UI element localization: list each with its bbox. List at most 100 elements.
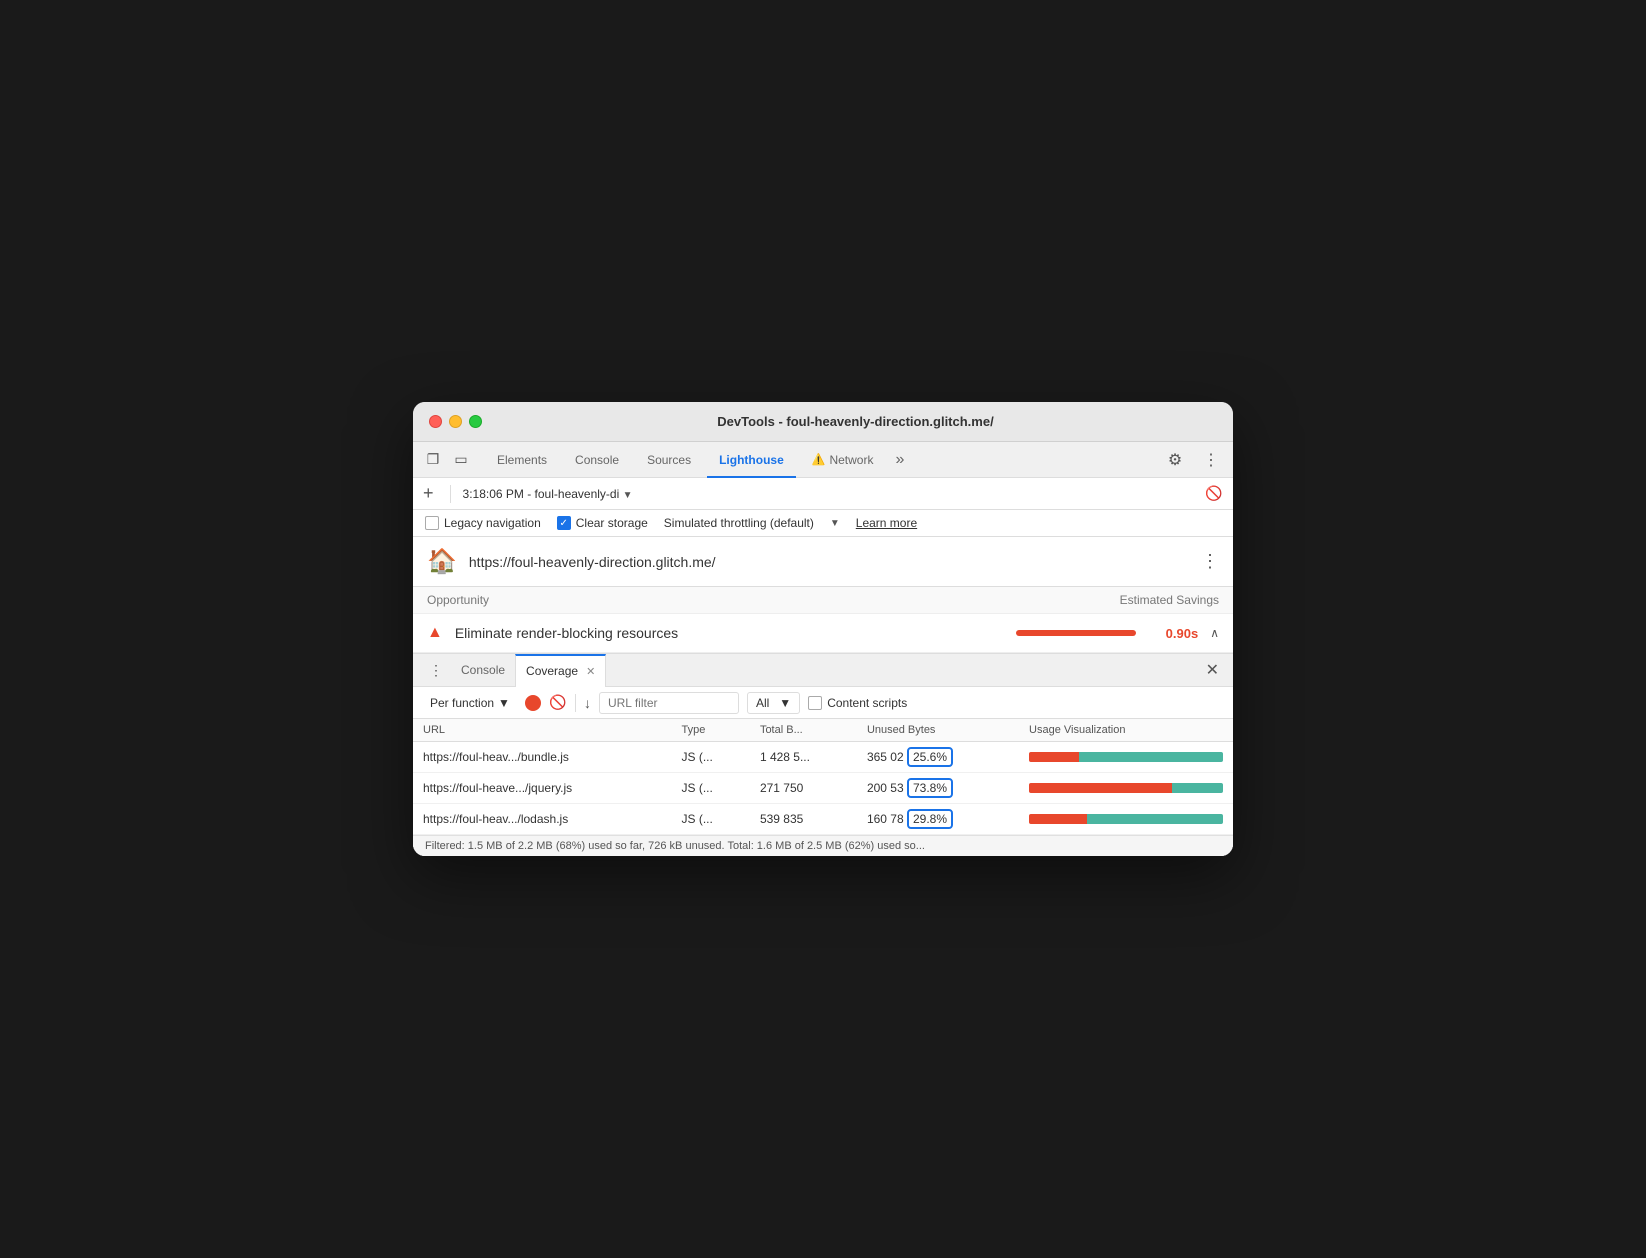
tab-network[interactable]: Network	[800, 442, 886, 478]
tab-console[interactable]: Console	[563, 442, 631, 478]
devtools-window: DevTools - foul-heavenly-direction.glitc…	[413, 402, 1233, 856]
cell-total: 539 835	[750, 804, 857, 835]
toolbar-url-display: 3:18:06 PM - foul-heavenly-di ▼	[463, 487, 1197, 501]
cell-url: https://foul-heav.../lodash.js	[413, 804, 672, 835]
throttling-label: Simulated throttling (default)	[664, 516, 814, 530]
toolbar-divider	[450, 485, 451, 503]
tab-settings-area: ⚙ ⋮	[1161, 446, 1225, 474]
opportunity-label: Opportunity	[427, 593, 489, 607]
cell-viz	[1019, 773, 1233, 804]
per-function-dropdown-icon: ▼	[498, 696, 510, 710]
lighthouse-more-button[interactable]: ⋮	[1201, 551, 1219, 572]
viz-unused	[1029, 752, 1079, 762]
block-button[interactable]: 🚫	[1205, 485, 1223, 503]
content-scripts-checkbox[interactable]: Content scripts	[808, 696, 907, 710]
audit-time: 0.90s	[1148, 626, 1198, 641]
table-row[interactable]: https://foul-heav.../lodash.js JS (... 5…	[413, 804, 1233, 835]
table-row[interactable]: https://foul-heave.../jquery.js JS (... …	[413, 773, 1233, 804]
lighthouse-url: https://foul-heavenly-direction.glitch.m…	[469, 554, 1189, 570]
per-function-dropdown[interactable]: Per function ▼	[423, 692, 517, 714]
cell-type: JS (...	[672, 773, 750, 804]
type-filter-select[interactable]: All ▼	[747, 692, 800, 714]
status-bar: Filtered: 1.5 MB of 2.2 MB (68%) used so…	[413, 835, 1233, 856]
tab-elements[interactable]: Elements	[485, 442, 559, 478]
toolbar: + 3:18:06 PM - foul-heavenly-di ▼ 🚫	[413, 478, 1233, 510]
cell-unused: 365 02 25.6%	[857, 742, 1019, 773]
cell-viz	[1019, 742, 1233, 773]
options-bar: Legacy navigation ✓ Clear storage Simula…	[413, 510, 1233, 537]
coverage-table: URL Type Total B... Unused Bytes Usage V…	[413, 719, 1233, 835]
panel-tab-coverage[interactable]: Coverage ✕	[515, 654, 606, 687]
unused-pct-badge: 25.6%	[907, 747, 953, 767]
col-type[interactable]: Type	[672, 719, 750, 742]
coverage-toolbar: Per function ▼ 🚫 ↓ All ▼ Cont	[413, 687, 1233, 719]
maximize-button[interactable]	[469, 415, 482, 428]
legacy-nav-checkbox-box[interactable]	[425, 516, 439, 530]
panel-more-icon[interactable]: ⋮	[421, 662, 451, 679]
panel-tab-console[interactable]: Console	[451, 654, 515, 687]
minimize-button[interactable]	[449, 415, 462, 428]
clear-storage-checkbox[interactable]: ✓ Clear storage	[557, 516, 648, 530]
throttling-dropdown-icon[interactable]: ▼	[830, 518, 840, 529]
audit-row[interactable]: ▲ Eliminate render-blocking resources 0.…	[413, 614, 1233, 653]
panel-close-button[interactable]: ✕	[1200, 660, 1225, 680]
cell-url: https://foul-heave.../jquery.js	[413, 773, 672, 804]
cell-unused: 160 78 29.8%	[857, 804, 1019, 835]
col-viz[interactable]: Usage Visualization	[1019, 719, 1233, 742]
audit-expand-chevron[interactable]: ∧	[1210, 626, 1219, 640]
unused-pct-badge: 29.8%	[907, 809, 953, 829]
viz-bar	[1029, 752, 1223, 762]
tab-lighthouse[interactable]: Lighthouse	[707, 442, 796, 478]
cursor-icon[interactable]: ❐	[421, 448, 445, 472]
viz-bar	[1029, 814, 1223, 824]
lighthouse-icon: 🏠	[427, 547, 457, 576]
close-button[interactable]	[429, 415, 442, 428]
table-row[interactable]: https://foul-heav.../bundle.js JS (... 1…	[413, 742, 1233, 773]
coverage-tab-close[interactable]: ✕	[586, 665, 595, 678]
viz-used	[1087, 814, 1223, 824]
cell-type: JS (...	[672, 742, 750, 773]
all-select-text[interactable]: All ▼	[747, 692, 800, 714]
col-url[interactable]: URL	[413, 719, 672, 742]
col-total[interactable]: Total B...	[750, 719, 857, 742]
all-dropdown-icon: ▼	[779, 696, 791, 710]
audit-bar	[1016, 630, 1136, 636]
panel-tab-bar: ⋮ Console Coverage ✕ ✕	[413, 654, 1233, 687]
more-options-icon[interactable]: ⋮	[1197, 446, 1225, 474]
device-icon[interactable]: ▭	[449, 448, 473, 472]
cell-url: https://foul-heav.../bundle.js	[413, 742, 672, 773]
devtools-body: ❐ ▭ Elements Console Sources Lighthouse …	[413, 442, 1233, 856]
title-bar: DevTools - foul-heavenly-direction.glitc…	[413, 402, 1233, 442]
stop-button[interactable]: 🚫	[549, 694, 567, 712]
cell-unused: 200 53 73.8%	[857, 773, 1019, 804]
unused-pct-badge: 73.8%	[907, 778, 953, 798]
download-button[interactable]: ↓	[584, 695, 591, 711]
col-unused[interactable]: Unused Bytes	[857, 719, 1019, 742]
audit-header: Opportunity Estimated Savings	[413, 587, 1233, 614]
viz-unused	[1029, 783, 1172, 793]
traffic-lights	[429, 415, 482, 428]
cell-viz	[1019, 804, 1233, 835]
bottom-panel: ⋮ Console Coverage ✕ ✕ Per function ▼ 🚫	[413, 653, 1233, 856]
content-scripts-cb-box[interactable]	[808, 696, 822, 710]
more-tabs-button[interactable]: »	[889, 451, 910, 469]
tab-bar: ❐ ▭ Elements Console Sources Lighthouse …	[413, 442, 1233, 478]
record-button[interactable]	[525, 695, 541, 711]
settings-icon[interactable]: ⚙	[1161, 446, 1189, 474]
coverage-divider	[575, 694, 576, 712]
url-dropdown-icon[interactable]: ▼	[623, 490, 633, 501]
url-filter-input[interactable]	[599, 692, 739, 714]
add-button[interactable]: +	[423, 483, 434, 504]
viz-bar	[1029, 783, 1223, 793]
viz-used	[1079, 752, 1223, 762]
lighthouse-url-bar: 🏠 https://foul-heavenly-direction.glitch…	[413, 537, 1233, 587]
learn-more-link[interactable]: Learn more	[856, 516, 917, 530]
window-title: DevTools - foul-heavenly-direction.glitc…	[494, 414, 1217, 429]
tab-sources[interactable]: Sources	[635, 442, 703, 478]
legacy-nav-checkbox[interactable]: Legacy navigation	[425, 516, 541, 530]
viz-unused	[1029, 814, 1087, 824]
clear-storage-checkbox-box[interactable]: ✓	[557, 516, 571, 530]
table-header-row: URL Type Total B... Unused Bytes Usage V…	[413, 719, 1233, 742]
viz-used	[1172, 783, 1223, 793]
cell-total: 271 750	[750, 773, 857, 804]
